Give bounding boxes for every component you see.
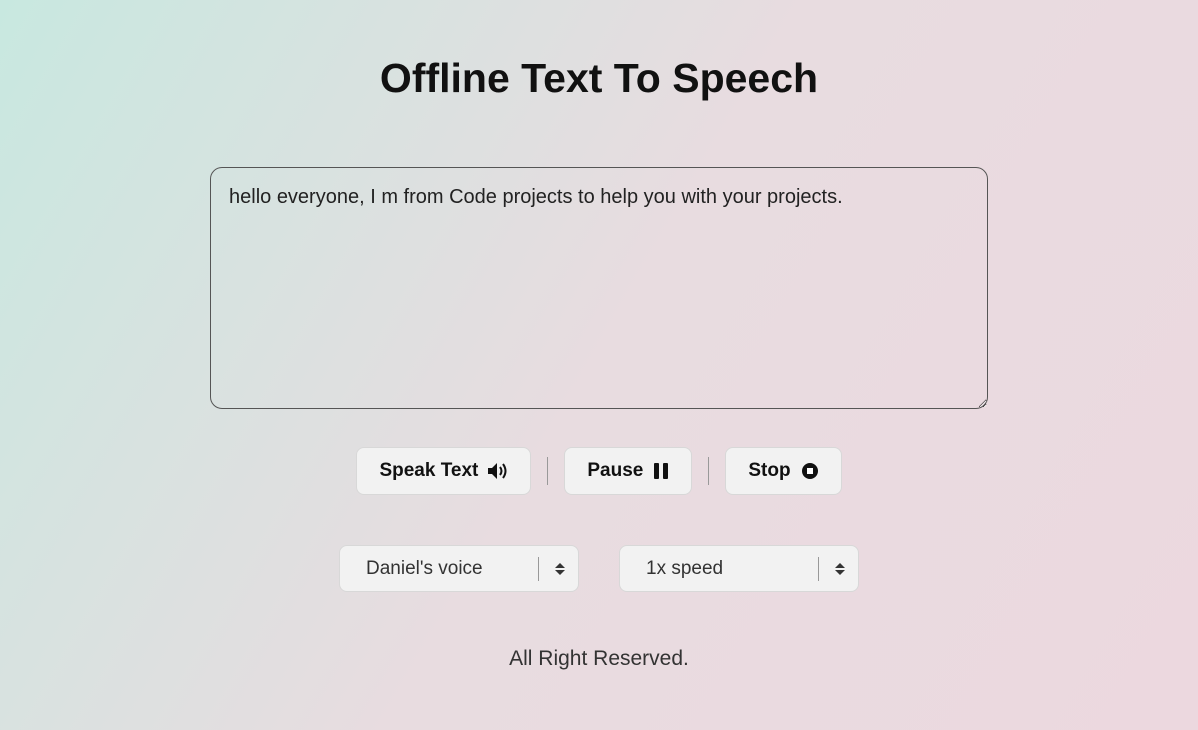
pause-button-label: Pause <box>587 460 643 482</box>
voice-select[interactable]: Daniel's voice <box>339 545 579 592</box>
speed-select[interactable]: 1x speed <box>619 545 859 592</box>
speak-button-label: Speak Text <box>379 460 478 482</box>
footer-text: All Right Reserved. <box>509 647 689 671</box>
stop-button-label: Stop <box>748 460 790 482</box>
voice-select-wrapper: Daniel's voice <box>339 545 579 592</box>
speak-button[interactable]: Speak Text <box>356 447 531 495</box>
pause-button[interactable]: Pause <box>564 447 692 495</box>
text-input[interactable]: hello everyone, I m from Code projects t… <box>210 167 988 409</box>
stop-icon <box>801 462 819 480</box>
divider <box>547 457 548 485</box>
pause-icon <box>653 462 669 480</box>
page-title: Offline Text To Speech <box>380 55 818 102</box>
button-row: Speak Text Pause Stop <box>356 447 841 495</box>
select-row: Daniel's voice 1x speed <box>339 545 859 592</box>
speed-select-wrapper: 1x speed <box>619 545 859 592</box>
speaker-icon <box>488 462 508 480</box>
stop-button[interactable]: Stop <box>725 447 841 495</box>
divider <box>708 457 709 485</box>
